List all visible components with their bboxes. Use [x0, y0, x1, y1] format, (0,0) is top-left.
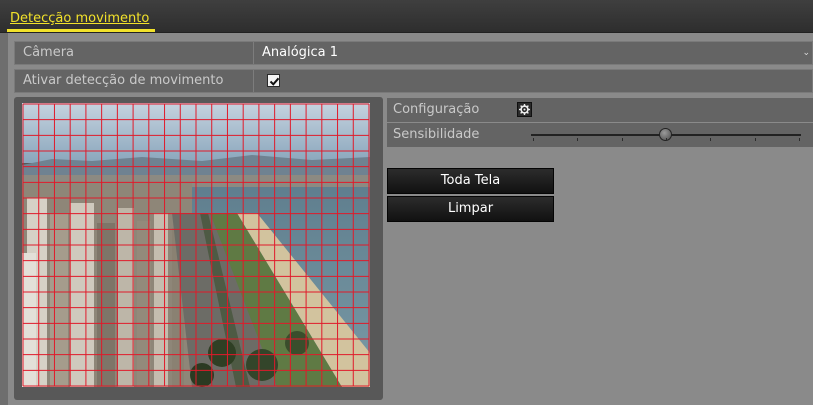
slider-tick: [710, 138, 712, 141]
clear-button[interactable]: Limpar: [387, 196, 554, 222]
tab-motion-detection[interactable]: Detecção movimento: [10, 11, 149, 26]
enable-motion-row: Ativar detecção de movimento: [14, 69, 813, 93]
chevron-down-icon[interactable]: ⌄: [802, 42, 810, 64]
camera-label: Câmera: [23, 45, 75, 60]
config-row: Configuração: [387, 98, 813, 122]
slider-tick: [754, 138, 756, 141]
tab-underline: [7, 29, 155, 32]
config-button[interactable]: [517, 102, 532, 117]
camera-select[interactable]: Analógica 1 ⌄: [262, 42, 812, 64]
row-separator: [253, 42, 254, 64]
slider-tick: [533, 138, 534, 141]
motion-detection-window: Detecção movimento Câmera Analógica 1 ⌄ …: [0, 0, 813, 405]
sensitivity-row: Sensibilidade: [387, 123, 813, 147]
motion-grid[interactable]: [22, 103, 370, 387]
slider-tick: [666, 138, 667, 141]
slider-tick: [621, 138, 623, 141]
enable-motion-label: Ativar detecção de movimento: [23, 73, 224, 88]
config-label: Configuração: [393, 102, 480, 117]
header-bar: Detecção movimento: [0, 0, 813, 33]
camera-select-value: Analógica 1: [262, 45, 339, 60]
slider-tick: [577, 138, 579, 141]
gear-icon: [519, 104, 530, 115]
video-panel: [14, 97, 383, 400]
full-screen-button[interactable]: Toda Tela: [387, 168, 554, 194]
camera-row: Câmera Analógica 1 ⌄: [14, 41, 813, 65]
slider-tick: [799, 138, 800, 141]
video-preview-grid[interactable]: [22, 103, 370, 387]
enable-motion-checkbox[interactable]: [267, 74, 280, 87]
checkmark-icon: [269, 77, 280, 86]
sensitivity-slider[interactable]: [387, 123, 813, 147]
row-separator: [253, 70, 254, 92]
